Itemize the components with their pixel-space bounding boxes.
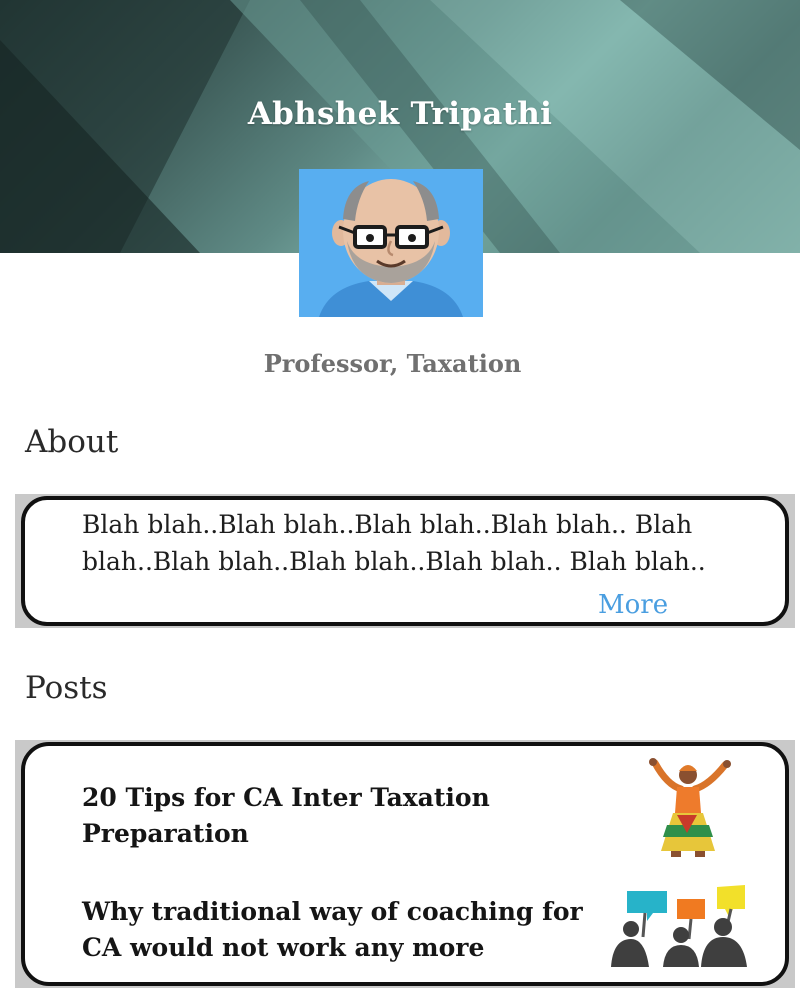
about-heading: About: [25, 424, 119, 460]
about-text: Blah blah..Blah blah..Blah blah..Blah bl…: [82, 510, 706, 576]
avatar-illustration: [299, 169, 483, 317]
more-link[interactable]: More: [598, 590, 668, 620]
profile-page: Abhshek Tripathi Professor, Taxation Abo…: [0, 0, 800, 1000]
about-card: Blah blah..Blah blah..Blah blah..Blah bl…: [15, 494, 795, 628]
post-link-traditional-coaching[interactable]: Why traditional way of coaching for CA w…: [82, 894, 592, 966]
dancing-woman-icon: [637, 755, 737, 859]
profile-name: Abhshek Tripathi: [247, 96, 553, 132]
post-link-ca-inter-tips[interactable]: 20 Tips for CA Inter Taxation Preparatio…: [82, 780, 592, 852]
protest-signs-icon: [605, 885, 755, 967]
profile-role: Professor, Taxation: [263, 349, 522, 378]
avatar[interactable]: [299, 169, 483, 317]
posts-heading: Posts: [25, 670, 108, 706]
posts-card: 20 Tips for CA Inter Taxation Preparatio…: [15, 740, 795, 988]
